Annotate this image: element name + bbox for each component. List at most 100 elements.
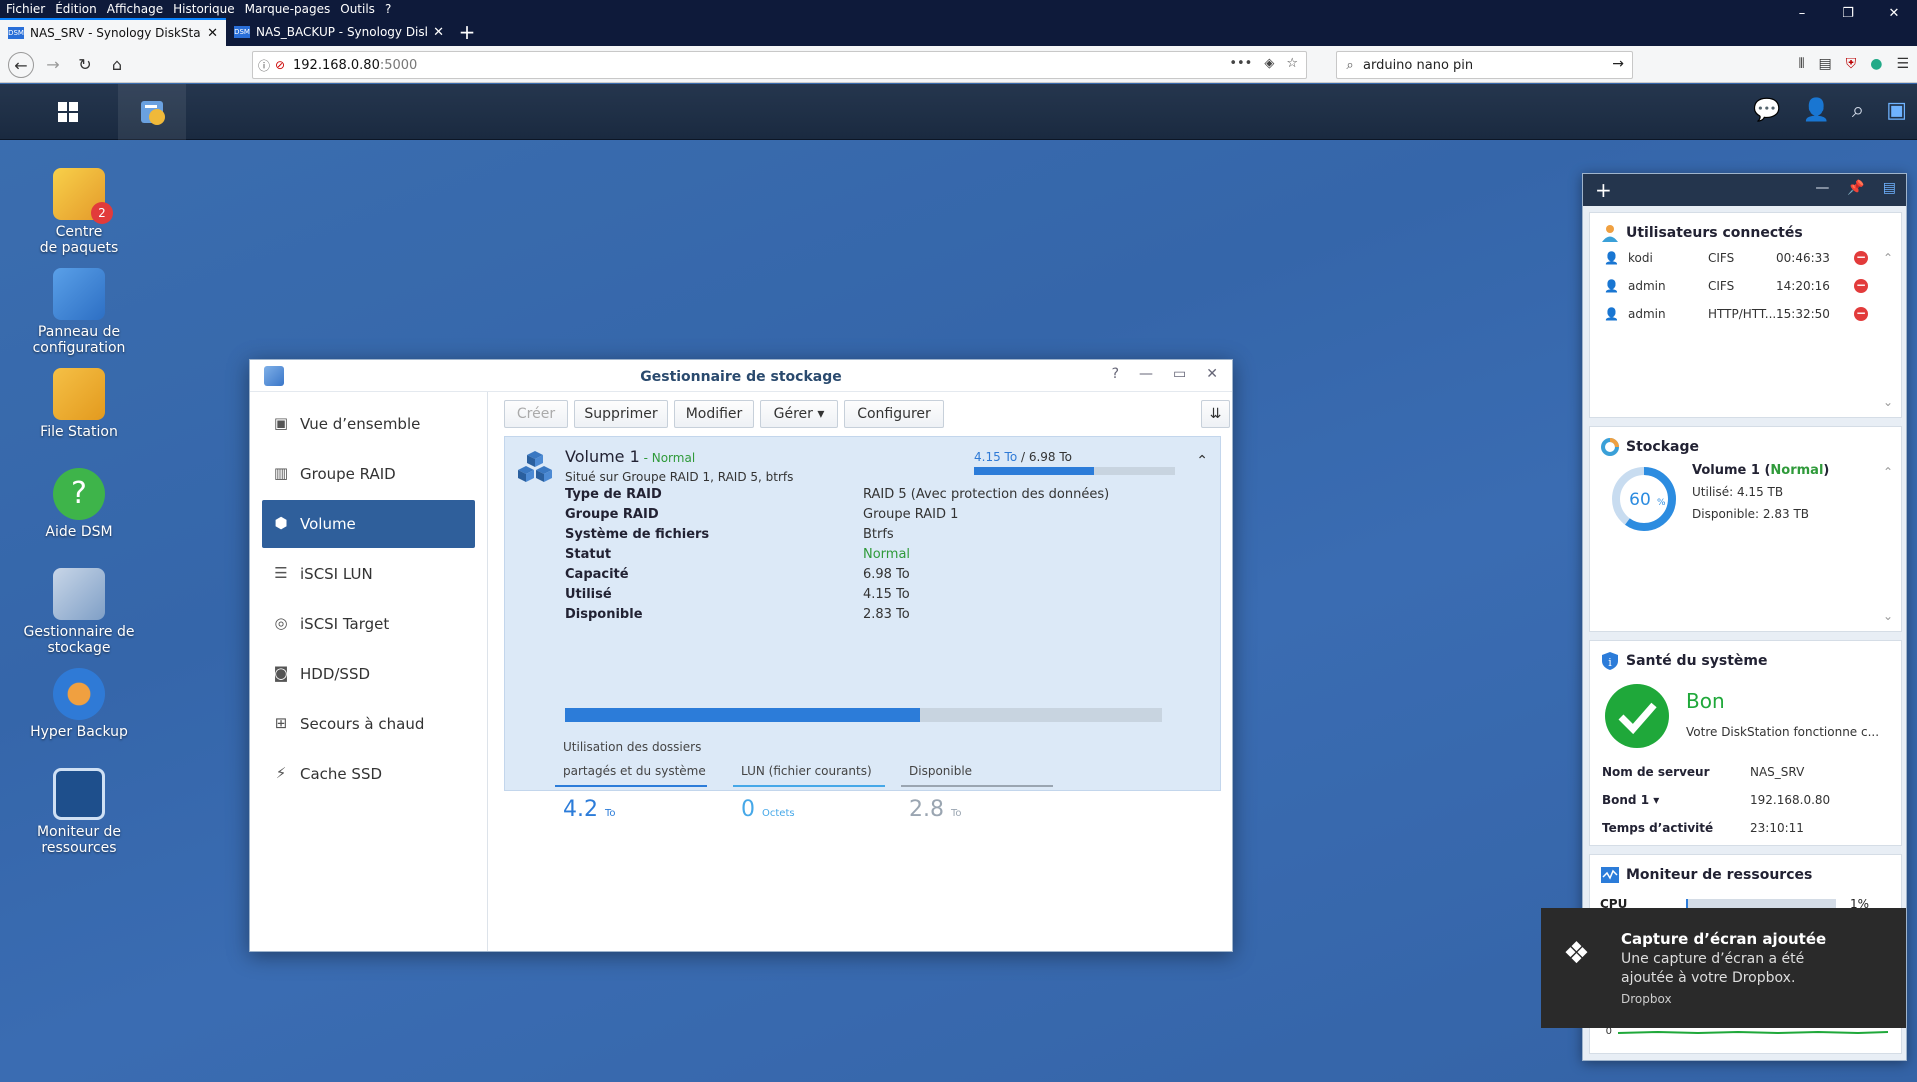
menu-fichier[interactable]: Fichier (2, 2, 49, 16)
close-tab-icon[interactable]: ✕ (207, 26, 218, 41)
help-icon[interactable]: ? (1112, 366, 1119, 382)
widgets-icon[interactable]: ▣ (1886, 98, 1907, 123)
sidebar-item-hdd-ssd[interactable]: ◙ HDD/SSD (262, 650, 475, 698)
search-icon[interactable]: ⌕ (1852, 98, 1864, 123)
desktop-icon-hyper-backup[interactable]: Hyper Backup (14, 668, 144, 740)
ublock-icon[interactable]: ⛨ (1846, 56, 1857, 72)
sidebar-item-label: Vue d’ensemble (300, 415, 421, 433)
widget-toggle-icon[interactable]: ▤ (1883, 180, 1896, 196)
storage-manager-icon (141, 101, 165, 125)
grid-icon (58, 102, 78, 122)
storage-main: Créer Supprimer Modifier Gérer ▾ Configu… (488, 392, 1232, 951)
desktop-icon-help[interactable]: ? Aide DSM (14, 468, 144, 540)
pin-icon[interactable]: 📌 (1847, 180, 1864, 196)
url-bar[interactable]: ⓘ ⊘ 192.168.0.80:5000 ••• ◈ ☆ (252, 51, 1307, 79)
row-value: 23:10:11 (1750, 821, 1804, 835)
breakdown-line (555, 785, 707, 787)
desktop-icon-label: Aide DSM (45, 524, 113, 540)
edit-button[interactable]: Modifier (674, 400, 754, 428)
desktop-icon-label: Centre de paquets (39, 224, 119, 256)
sidebar-item-volume[interactable]: ⬢ Volume (262, 500, 475, 548)
menu-edition[interactable]: Édition (51, 2, 101, 16)
sort-button[interactable]: ⇊ (1201, 400, 1230, 428)
search-bar[interactable]: ⌕ arduino nano pin → (1336, 51, 1633, 79)
reload-icon[interactable]: ↻ (72, 52, 98, 78)
scroll-down-icon[interactable]: ⌄ (1883, 395, 1893, 409)
donut-percent: 60 (1629, 490, 1651, 510)
main-menu-button[interactable] (34, 84, 102, 140)
scroll-down-icon[interactable]: ⌄ (1883, 609, 1893, 623)
property-row: Disponible 2.83 To (565, 607, 1165, 625)
menu-help[interactable]: ? (381, 2, 395, 16)
sidebar-item-overview[interactable]: ▣ Vue d’ensemble (262, 400, 475, 448)
collapse-chevron-icon[interactable]: ⌃ (1196, 453, 1208, 469)
user-row: 👤 admin CIFS 14:20:16 − (1604, 279, 1894, 299)
donut-percent-sign: % (1657, 498, 1666, 508)
hamburger-menu-icon[interactable]: ☰ (1896, 56, 1909, 72)
sidebar-item-hot-spare[interactable]: ⊞ Secours à chaud (262, 700, 475, 748)
library-icon[interactable]: ⫴ (1799, 56, 1805, 72)
desktop-icon-resource-monitor[interactable]: Moniteur de ressources (14, 768, 144, 856)
search-input[interactable]: arduino nano pin (1363, 58, 1473, 73)
disconnect-icon[interactable]: − (1854, 279, 1868, 293)
close-icon[interactable]: ✕ (1206, 366, 1218, 382)
menu-historique[interactable]: Historique (169, 2, 239, 16)
breakdown-label: LUN (fichier courants) (741, 764, 872, 778)
chat-icon[interactable]: 💬 (1753, 98, 1780, 123)
person-icon: 👤 (1604, 251, 1619, 265)
property-row: Capacité 6.98 To (565, 567, 1165, 585)
dropbox-notification[interactable]: ❖ Capture d’écran ajoutée Une capture d’… (1541, 908, 1906, 1028)
sidebar-item-iscsi-lun[interactable]: ☰ iSCSI LUN (262, 550, 475, 598)
back-icon[interactable]: ← (8, 52, 34, 78)
maximize-icon[interactable]: ▭ (1173, 366, 1186, 382)
desktop-icon-control-panel[interactable]: Panneau de configuration (14, 268, 144, 356)
home-icon[interactable]: ⌂ (104, 52, 130, 78)
taskbar-storage-manager[interactable] (118, 84, 186, 140)
tab-nas-backup[interactable]: DSM NAS_BACKUP - Synology DiskS ✕ (226, 18, 452, 46)
minimize-icon[interactable]: — (1139, 366, 1153, 382)
tab-nas-srv[interactable]: DSM NAS_SRV - Synology DiskStatio ✕ (0, 18, 226, 46)
page-actions-icon[interactable]: ••• (1229, 56, 1252, 71)
search-go-icon[interactable]: → (1612, 56, 1624, 72)
disconnect-icon[interactable]: − (1854, 307, 1868, 321)
menu-outils[interactable]: Outils (336, 2, 379, 16)
manage-dropdown[interactable]: Gérer ▾ (760, 400, 838, 428)
info-icon[interactable]: ⓘ (253, 57, 275, 74)
bookmark-star-icon[interactable]: ☆ (1286, 56, 1298, 71)
sidebar-item-raid[interactable]: ▥ Groupe RAID (262, 450, 475, 498)
menu-marque-pages[interactable]: Marque-pages (241, 2, 335, 16)
close-tab-icon[interactable]: ✕ (433, 25, 444, 40)
user-icon[interactable]: 👤 (1802, 98, 1829, 123)
menu-affichage[interactable]: Affichage (103, 2, 167, 16)
property-value: Groupe RAID 1 (863, 507, 959, 522)
breakdown-line (733, 785, 885, 787)
sidebar-icon[interactable]: ▤ (1818, 56, 1831, 72)
forward-icon[interactable]: → (40, 52, 66, 78)
row-key: Temps d’activité (1602, 821, 1714, 835)
sidebar-item-ssd-cache[interactable]: ⚡ Cache SSD (262, 750, 475, 798)
extension-icon[interactable]: ● (1870, 56, 1882, 72)
user-row: 👤 admin HTTP/HTT... 15:32:50 − (1604, 307, 1894, 327)
row-key[interactable]: Bond 1 ▾ (1602, 793, 1659, 807)
minimize-icon[interactable]: — (1815, 180, 1829, 196)
new-tab-button[interactable]: + (452, 18, 482, 46)
create-button[interactable]: Créer (504, 400, 568, 428)
window-titlebar[interactable]: Gestionnaire de stockage ? — ▭ ✕ (250, 360, 1232, 392)
configure-button[interactable]: Configurer (844, 400, 944, 428)
disconnect-icon[interactable]: − (1854, 251, 1868, 265)
sidebar-item-label: HDD/SSD (300, 665, 371, 683)
dropbox-icon: ❖ (1563, 936, 1590, 971)
url-port: :5000 (379, 57, 418, 73)
resource-monitor-icon (53, 768, 105, 820)
desktop-icon-package-center[interactable]: 2 Centre de paquets (14, 168, 144, 256)
volume-panel[interactable]: Volume 1 - Normal Situé sur Groupe RAID … (504, 436, 1221, 822)
add-widget-icon[interactable]: + (1595, 178, 1612, 202)
delete-button[interactable]: Supprimer (574, 400, 668, 428)
pocket-icon[interactable]: ◈ (1264, 56, 1274, 71)
scroll-up-icon[interactable]: ⌃ (1883, 251, 1893, 265)
desktop-icon-file-station[interactable]: File Station (14, 368, 144, 440)
desktop-icon-storage-manager[interactable]: Gestionnaire de stockage (14, 568, 144, 656)
insecure-lock-icon[interactable]: ⊘ (275, 58, 293, 72)
scroll-up-icon[interactable]: ⌃ (1883, 465, 1893, 479)
sidebar-item-iscsi-target[interactable]: ◎ iSCSI Target (262, 600, 475, 648)
